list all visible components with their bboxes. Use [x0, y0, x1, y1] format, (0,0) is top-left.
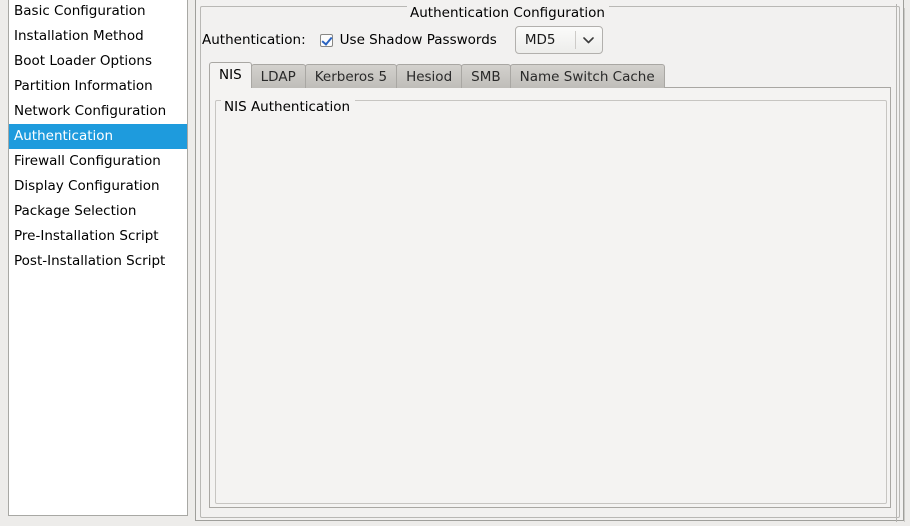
tab-kerberos-5[interactable]: Kerberos 5	[304, 64, 398, 88]
use-shadow-passwords-label: Use Shadow Passwords	[339, 32, 497, 48]
sidebar-item-pre-installation-script[interactable]: Pre-Installation Script	[9, 224, 187, 249]
password-hash-value: MD5	[524, 32, 556, 48]
tab-label: NIS	[219, 67, 242, 83]
sidebar-item-label: Post-Installation Script	[14, 253, 166, 269]
tab-label: Name Switch Cache	[519, 69, 655, 85]
sidebar-item-boot-loader-options[interactable]: Boot Loader Options	[9, 49, 187, 74]
sidebar-item-partition-information[interactable]: Partition Information	[9, 74, 187, 99]
sidebar-item-label: Authentication	[14, 128, 114, 144]
sidebar-item-package-selection[interactable]: Package Selection	[9, 199, 187, 224]
authentication-label: Authentication:	[202, 32, 306, 48]
sidebar-item-label: Basic Configuration	[14, 3, 146, 19]
checkbox-indicator-icon[interactable]	[319, 33, 333, 47]
sidebar-item-post-installation-script[interactable]: Post-Installation Script	[9, 249, 187, 274]
sidebar-item-display-configuration[interactable]: Display Configuration	[9, 174, 187, 199]
sidebar-item-label: Firewall Configuration	[14, 153, 161, 169]
tab-label: Kerberos 5	[314, 69, 388, 85]
tab-name-switch-cache[interactable]: Name Switch Cache	[509, 64, 665, 88]
sidebar-list[interactable]: Basic Configuration Installation Method …	[8, 0, 188, 516]
nis-authentication-group: NIS Authentication	[215, 100, 887, 504]
sidebar-item-installation-method[interactable]: Installation Method	[9, 24, 187, 49]
chevron-down-icon[interactable]	[576, 36, 602, 44]
tab-smb[interactable]: SMB	[461, 64, 511, 88]
sidebar-item-network-configuration[interactable]: Network Configuration	[9, 99, 187, 124]
sidebar-item-label: Network Configuration	[14, 103, 167, 119]
sidebar-item-label: Installation Method	[14, 28, 144, 44]
sidebar-item-label: Partition Information	[14, 78, 153, 94]
sidebar-item-label: Pre-Installation Script	[14, 228, 159, 244]
sidebar-item-label: Package Selection	[14, 203, 137, 219]
sidebar-item-basic-configuration[interactable]: Basic Configuration	[9, 0, 187, 24]
password-hash-dropdown[interactable]: MD5	[514, 26, 603, 54]
nis-group-title: NIS Authentication	[221, 100, 356, 115]
use-shadow-passwords-checkbox[interactable]: Use Shadow Passwords	[319, 32, 497, 48]
tab-label: Hesiod	[406, 69, 453, 85]
authentication-row: Authentication: Use Shadow Passwords MD5	[202, 25, 603, 55]
sidebar-item-label: Display Configuration	[14, 178, 160, 194]
tab-hesiod[interactable]: Hesiod	[396, 64, 463, 88]
auth-method-tabs[interactable]: NIS LDAP Kerberos 5 Hesiod SMB Name Swit…	[209, 62, 665, 88]
nis-tab-panel: NIS Authentication	[209, 87, 891, 508]
tab-label: LDAP	[260, 69, 296, 85]
sidebar-item-firewall-configuration[interactable]: Firewall Configuration	[9, 149, 187, 174]
tab-label: SMB	[471, 69, 501, 85]
sidebar-item-authentication[interactable]: Authentication	[9, 124, 187, 149]
group-title: Authentication Configuration	[407, 6, 609, 21]
sidebar-item-label: Boot Loader Options	[14, 53, 152, 69]
tab-ldap[interactable]: LDAP	[250, 64, 306, 88]
tab-nis[interactable]: NIS	[209, 62, 252, 88]
